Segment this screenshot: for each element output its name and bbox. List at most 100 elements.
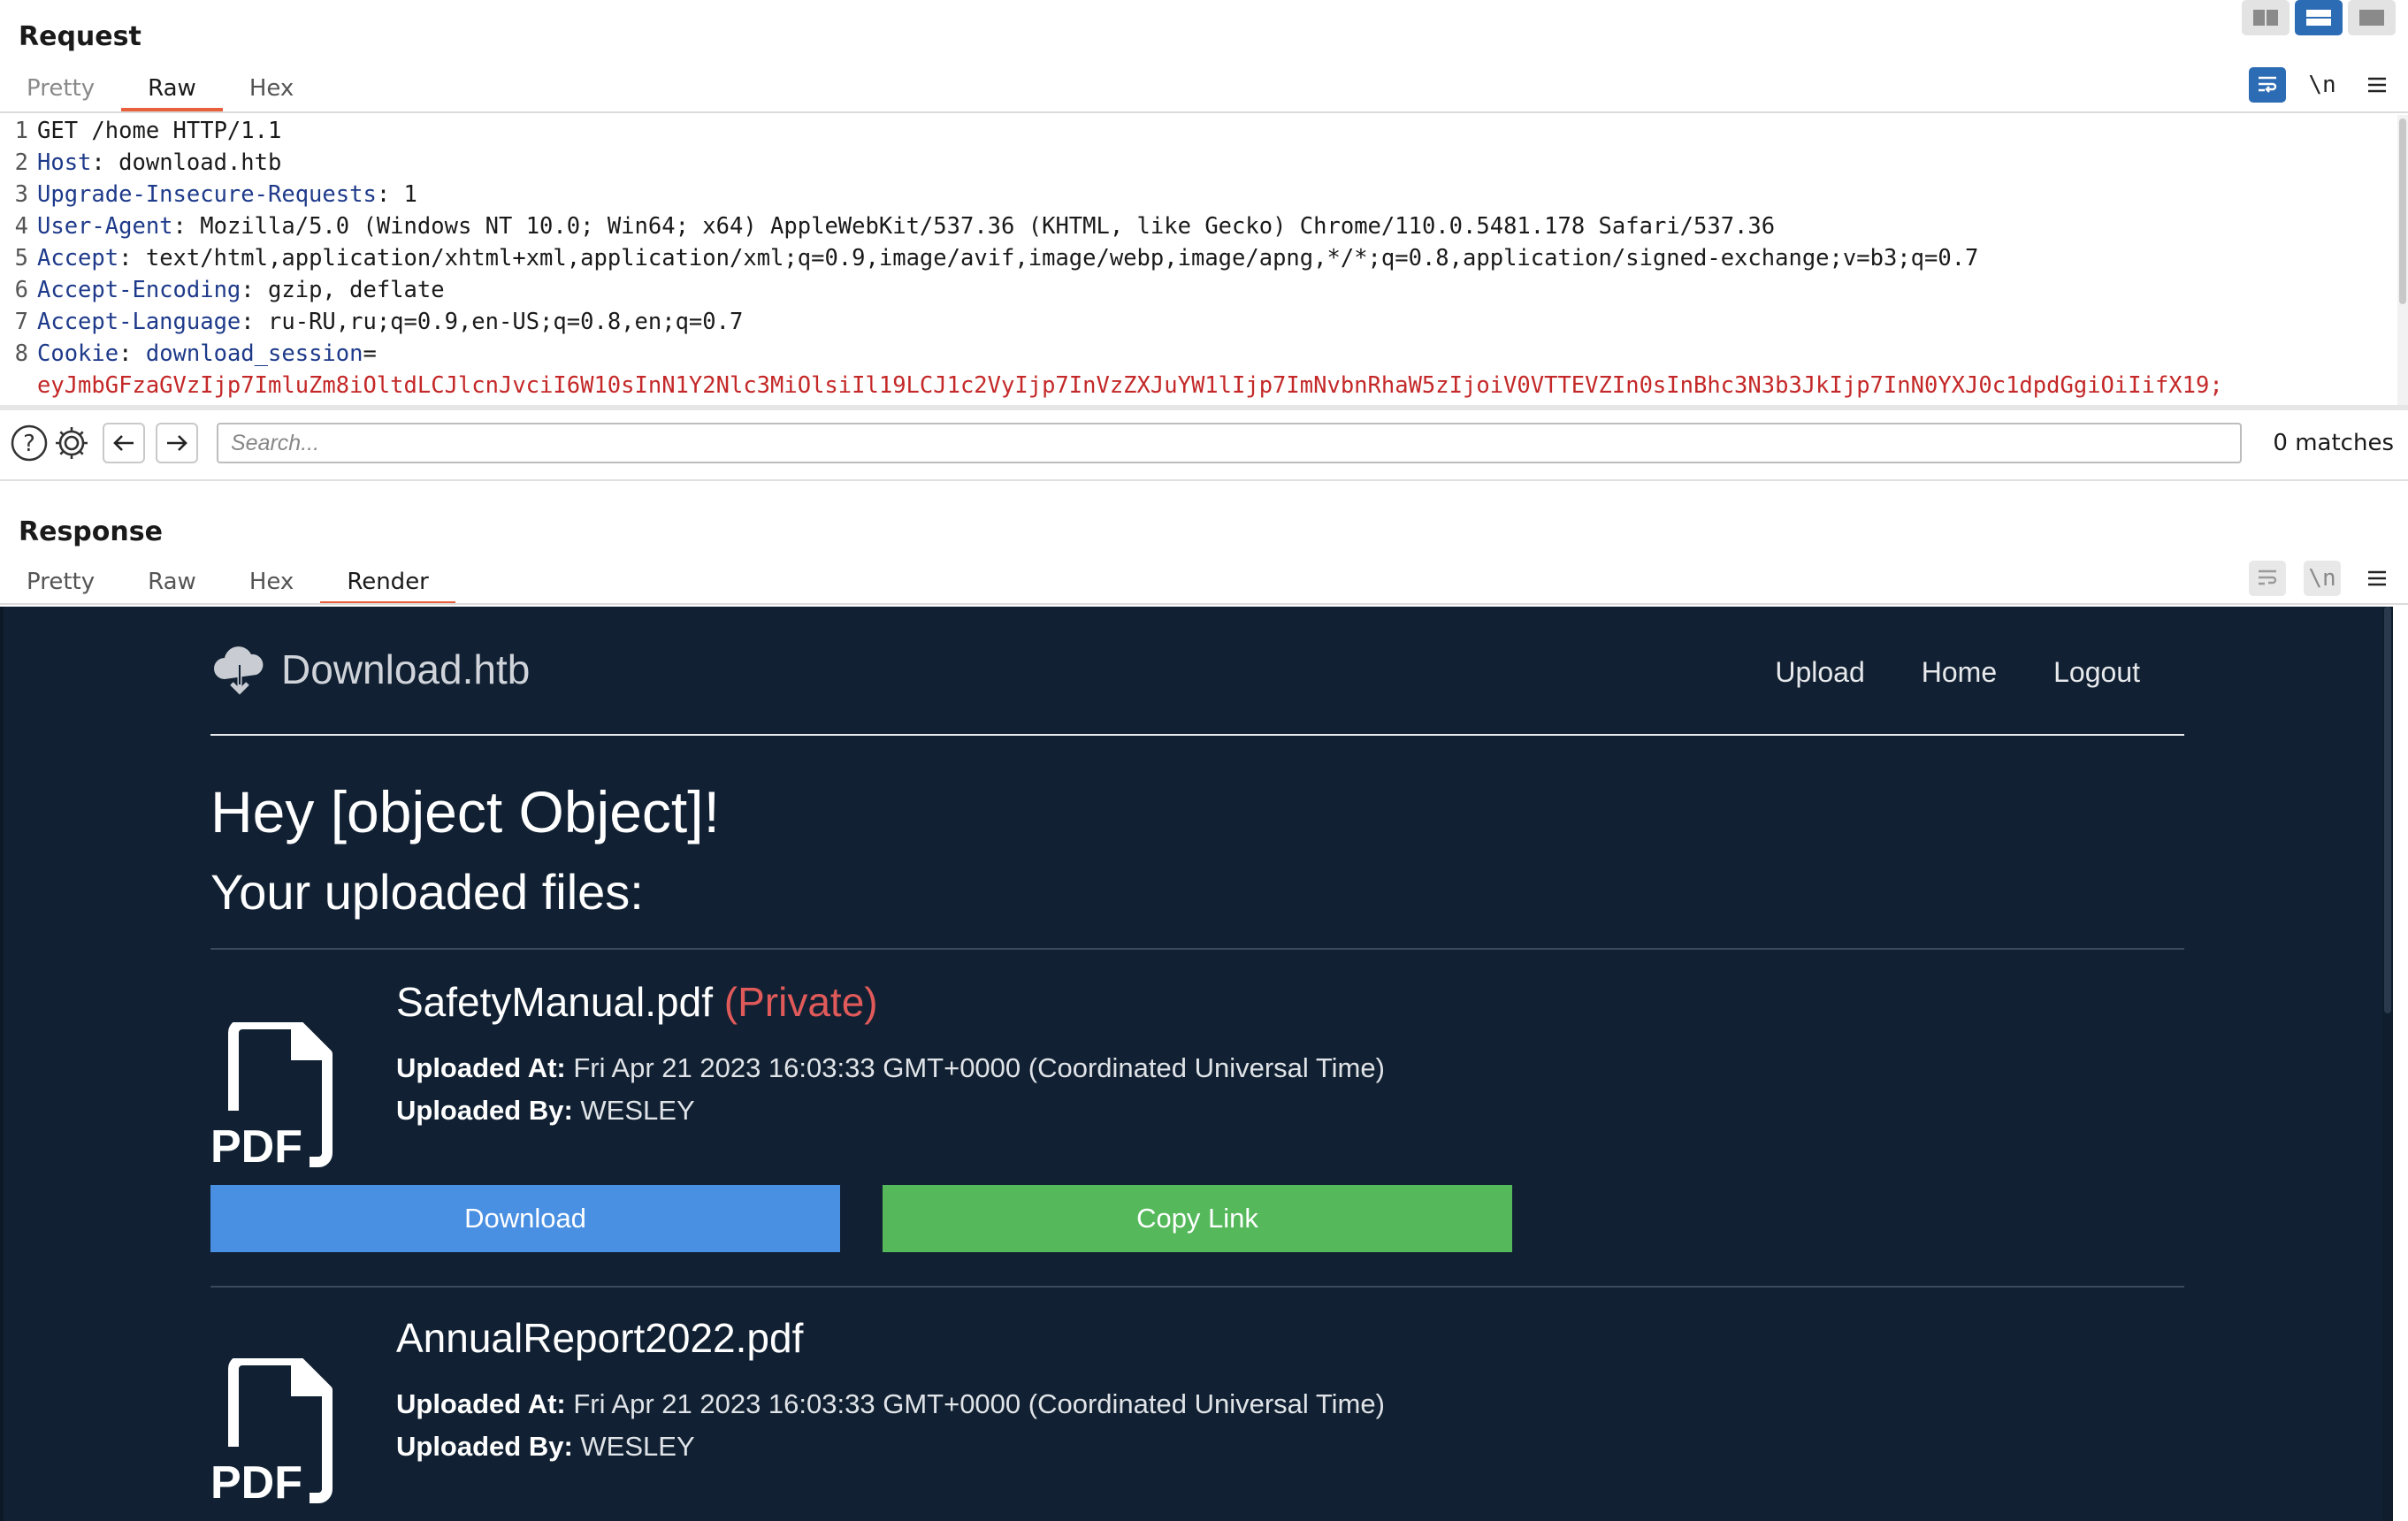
header-line: 7 Accept-Language: ru-RU,ru;q=0.9,en-US;… bbox=[0, 306, 2397, 338]
svg-text:?: ? bbox=[23, 431, 35, 457]
line-number: 3 bbox=[14, 181, 28, 208]
response-tabs: Pretty Raw Hex Render bbox=[0, 561, 455, 605]
tab-request-pretty[interactable]: Pretty bbox=[0, 67, 121, 111]
line-number: 8 bbox=[14, 340, 28, 367]
files-divider bbox=[210, 948, 2184, 950]
header-line: 5 Accept: text/html,application/xhtml+xm… bbox=[0, 242, 2397, 274]
copy-link-button[interactable]: Copy Link bbox=[883, 1185, 1512, 1252]
header-value: text/html,application/xhtml+xml,applicat… bbox=[145, 245, 1979, 271]
rendered-response: Download.htb Upload Home Logout Hey [obj… bbox=[0, 607, 2393, 1521]
request-line: 1 GET /home HTTP/1.1 bbox=[0, 115, 2397, 147]
request-tabs: Pretty Raw Hex bbox=[0, 67, 320, 111]
file-card: PDF AnnualReport2022.pdf Uploaded At: Fr… bbox=[210, 1314, 2184, 1521]
download-button[interactable]: Download bbox=[210, 1185, 840, 1252]
search-input[interactable] bbox=[217, 423, 2242, 463]
cookie-name: download_session bbox=[145, 340, 363, 367]
settings-gear-icon[interactable] bbox=[51, 423, 92, 463]
private-badge: (Private) bbox=[723, 979, 878, 1025]
tab-request-raw[interactable]: Raw bbox=[121, 67, 223, 111]
line-number: 2 bbox=[14, 149, 28, 176]
site-logo[interactable]: Download.htb bbox=[210, 640, 530, 699]
file-card: PDF SafetyManual.pdf (Private) Uploaded … bbox=[210, 978, 2184, 1296]
header-name: Upgrade-Insecure-Requests bbox=[37, 181, 377, 208]
cloud-download-icon bbox=[214, 646, 264, 695]
panel-divider[interactable] bbox=[0, 479, 2408, 481]
line-number: 6 bbox=[14, 277, 28, 303]
line-number: 1 bbox=[14, 118, 28, 144]
user-greeting: Hey [object Object]! bbox=[210, 779, 720, 845]
file-name: SafetyManual.pdf (Private) bbox=[396, 979, 878, 1025]
request-panel-title: Request bbox=[19, 21, 141, 52]
line-number: 7 bbox=[14, 309, 28, 335]
tab-response-raw[interactable]: Raw bbox=[121, 561, 223, 605]
tab-response-pretty[interactable]: Pretty bbox=[0, 561, 121, 605]
header-divider bbox=[210, 734, 2184, 736]
request-line-text: GET /home HTTP/1.1 bbox=[37, 118, 282, 144]
nav-home-link[interactable]: Home bbox=[1922, 656, 1997, 689]
request-tabs-divider bbox=[0, 111, 2408, 113]
tab-response-hex[interactable]: Hex bbox=[223, 561, 320, 605]
nav-upload-link[interactable]: Upload bbox=[1775, 656, 1864, 689]
search-match-count: 0 matches bbox=[2273, 430, 2394, 456]
line-number: 5 bbox=[14, 245, 28, 271]
header-name: Cookie bbox=[37, 340, 119, 367]
uploaded-by: Uploaded By: WESLEY bbox=[396, 1095, 695, 1126]
help-icon[interactable]: ? bbox=[9, 423, 50, 463]
render-scrollbar[interactable] bbox=[2382, 607, 2393, 1521]
tabbed-layout-icon[interactable] bbox=[2348, 0, 2396, 35]
uploaded-at: Uploaded At: Fri Apr 21 2023 16:03:33 GM… bbox=[396, 1052, 1385, 1083]
response-tabs-divider bbox=[0, 603, 2408, 605]
svg-text:PDF: PDF bbox=[210, 1457, 302, 1503]
cookie-value-line: eyJmbGFzaGVzIjp7ImluZm8iOltdLCJlcnJvciI6… bbox=[0, 370, 2397, 401]
header-name: User-Agent bbox=[37, 213, 173, 240]
tab-response-render[interactable]: Render bbox=[320, 561, 455, 605]
search-bar: ? 0 matches bbox=[0, 416, 2408, 470]
header-value: Mozilla/5.0 (Windows NT 10.0; Win64; x64… bbox=[200, 213, 1776, 240]
uploaded-files-heading: Your uploaded files: bbox=[210, 864, 644, 920]
uploaded-by: Uploaded By: WESLEY bbox=[396, 1431, 695, 1462]
request-scrollbar[interactable] bbox=[2397, 115, 2408, 407]
svg-text:PDF: PDF bbox=[210, 1121, 302, 1167]
previous-match-button[interactable] bbox=[103, 423, 145, 463]
response-toolbar: \n bbox=[2249, 561, 2396, 596]
split-horizontal-layout-icon[interactable] bbox=[2242, 0, 2290, 35]
request-horizontal-scrollbar[interactable] bbox=[0, 405, 2408, 410]
header-line: 3 Upgrade-Insecure-Requests: 1 bbox=[0, 179, 2397, 210]
request-toolbar: \n bbox=[2249, 67, 2396, 103]
next-match-button[interactable] bbox=[156, 423, 198, 463]
render-scrollbar-thumb[interactable] bbox=[2384, 607, 2391, 1013]
line-number: 4 bbox=[14, 213, 28, 240]
header-name: Accept-Language bbox=[37, 309, 241, 335]
file-name: AnnualReport2022.pdf bbox=[396, 1315, 804, 1361]
site-brand-name: Download.htb bbox=[281, 646, 531, 692]
header-value: download.htb bbox=[118, 149, 282, 176]
header-line: 8 Cookie: download_session = bbox=[0, 338, 2397, 370]
pdf-file-icon: PDF bbox=[210, 1022, 333, 1167]
layout-switcher bbox=[2242, 0, 2396, 35]
show-newlines-toggle[interactable]: \n bbox=[2304, 67, 2341, 103]
header-name: Host bbox=[37, 149, 92, 176]
header-value: gzip, deflate bbox=[268, 277, 445, 303]
request-scrollbar-thumb[interactable] bbox=[2399, 118, 2406, 304]
site-navigation: Upload Home Logout bbox=[1775, 656, 2140, 689]
header-value: ru-RU,ru;q=0.9,en-US;q=0.8,en;q=0.7 bbox=[268, 309, 744, 335]
nav-logout-link[interactable]: Logout bbox=[2053, 656, 2140, 689]
split-vertical-layout-icon[interactable] bbox=[2295, 0, 2343, 35]
pdf-file-icon: PDF bbox=[210, 1358, 333, 1503]
uploaded-at: Uploaded At: Fri Apr 21 2023 16:03:33 GM… bbox=[396, 1388, 1385, 1419]
file-divider bbox=[210, 1286, 2184, 1288]
word-wrap-icon[interactable] bbox=[2249, 561, 2286, 596]
word-wrap-icon[interactable] bbox=[2249, 67, 2286, 103]
header-line: 4 User-Agent: Mozilla/5.0 (Windows NT 10… bbox=[0, 210, 2397, 242]
show-newlines-toggle[interactable]: \n bbox=[2304, 561, 2341, 596]
tab-request-hex[interactable]: Hex bbox=[223, 67, 320, 111]
hamburger-menu-icon[interactable] bbox=[2358, 67, 2396, 103]
response-panel-title: Response bbox=[19, 516, 163, 547]
header-value: 1 bbox=[403, 181, 417, 208]
header-name: Accept-Encoding bbox=[37, 277, 241, 303]
header-name: Accept bbox=[37, 245, 119, 271]
request-editor[interactable]: 1 GET /home HTTP/1.1 2 Host: download.ht… bbox=[0, 115, 2397, 407]
cookie-value: eyJmbGFzaGVzIjp7ImluZm8iOltdLCJlcnJvciI6… bbox=[37, 372, 2223, 399]
hamburger-menu-icon[interactable] bbox=[2358, 561, 2396, 596]
header-line: 2 Host: download.htb bbox=[0, 147, 2397, 179]
